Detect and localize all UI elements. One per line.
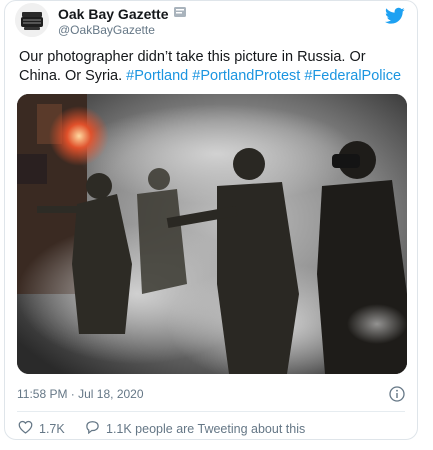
account-handle[interactable]: @OakBayGazette bbox=[58, 23, 155, 37]
hashtag-portland[interactable]: #Portland bbox=[126, 68, 188, 84]
tweet-card[interactable]: Oak Bay Gazette @OakBayGazette Our photo… bbox=[4, 0, 418, 440]
info-icon[interactable] bbox=[389, 386, 405, 402]
hashtag-portlandprotest[interactable]: #PortlandProtest bbox=[192, 68, 300, 84]
like-action[interactable]: 1.7K bbox=[18, 420, 65, 437]
account-name[interactable]: Oak Bay Gazette bbox=[58, 6, 169, 22]
hashtag-federalpolice[interactable]: #FederalPolice bbox=[304, 68, 401, 84]
typewriter-logo-icon bbox=[15, 3, 49, 37]
tweet-photo[interactable] bbox=[17, 94, 407, 374]
speech-bubble-icon[interactable] bbox=[85, 420, 100, 437]
verified-badge-icon bbox=[173, 5, 187, 23]
tweet-text: Our photographer didn’t take this pictur… bbox=[19, 48, 411, 86]
federal-officers-in-tear-gas-photo bbox=[17, 94, 407, 374]
heart-icon[interactable] bbox=[18, 420, 33, 437]
tweeting-about-action[interactable]: 1.1K people are Tweeting about this bbox=[85, 420, 305, 437]
twitter-bird-icon[interactable] bbox=[385, 7, 405, 25]
divider bbox=[17, 411, 405, 412]
avatar[interactable] bbox=[15, 3, 49, 37]
like-count: 1.7K bbox=[39, 421, 65, 436]
tweet-timestamp[interactable]: 11:58 PM · Jul 18, 2020 bbox=[17, 387, 144, 401]
tweeting-about-label: 1.1K people are Tweeting about this bbox=[106, 421, 306, 436]
